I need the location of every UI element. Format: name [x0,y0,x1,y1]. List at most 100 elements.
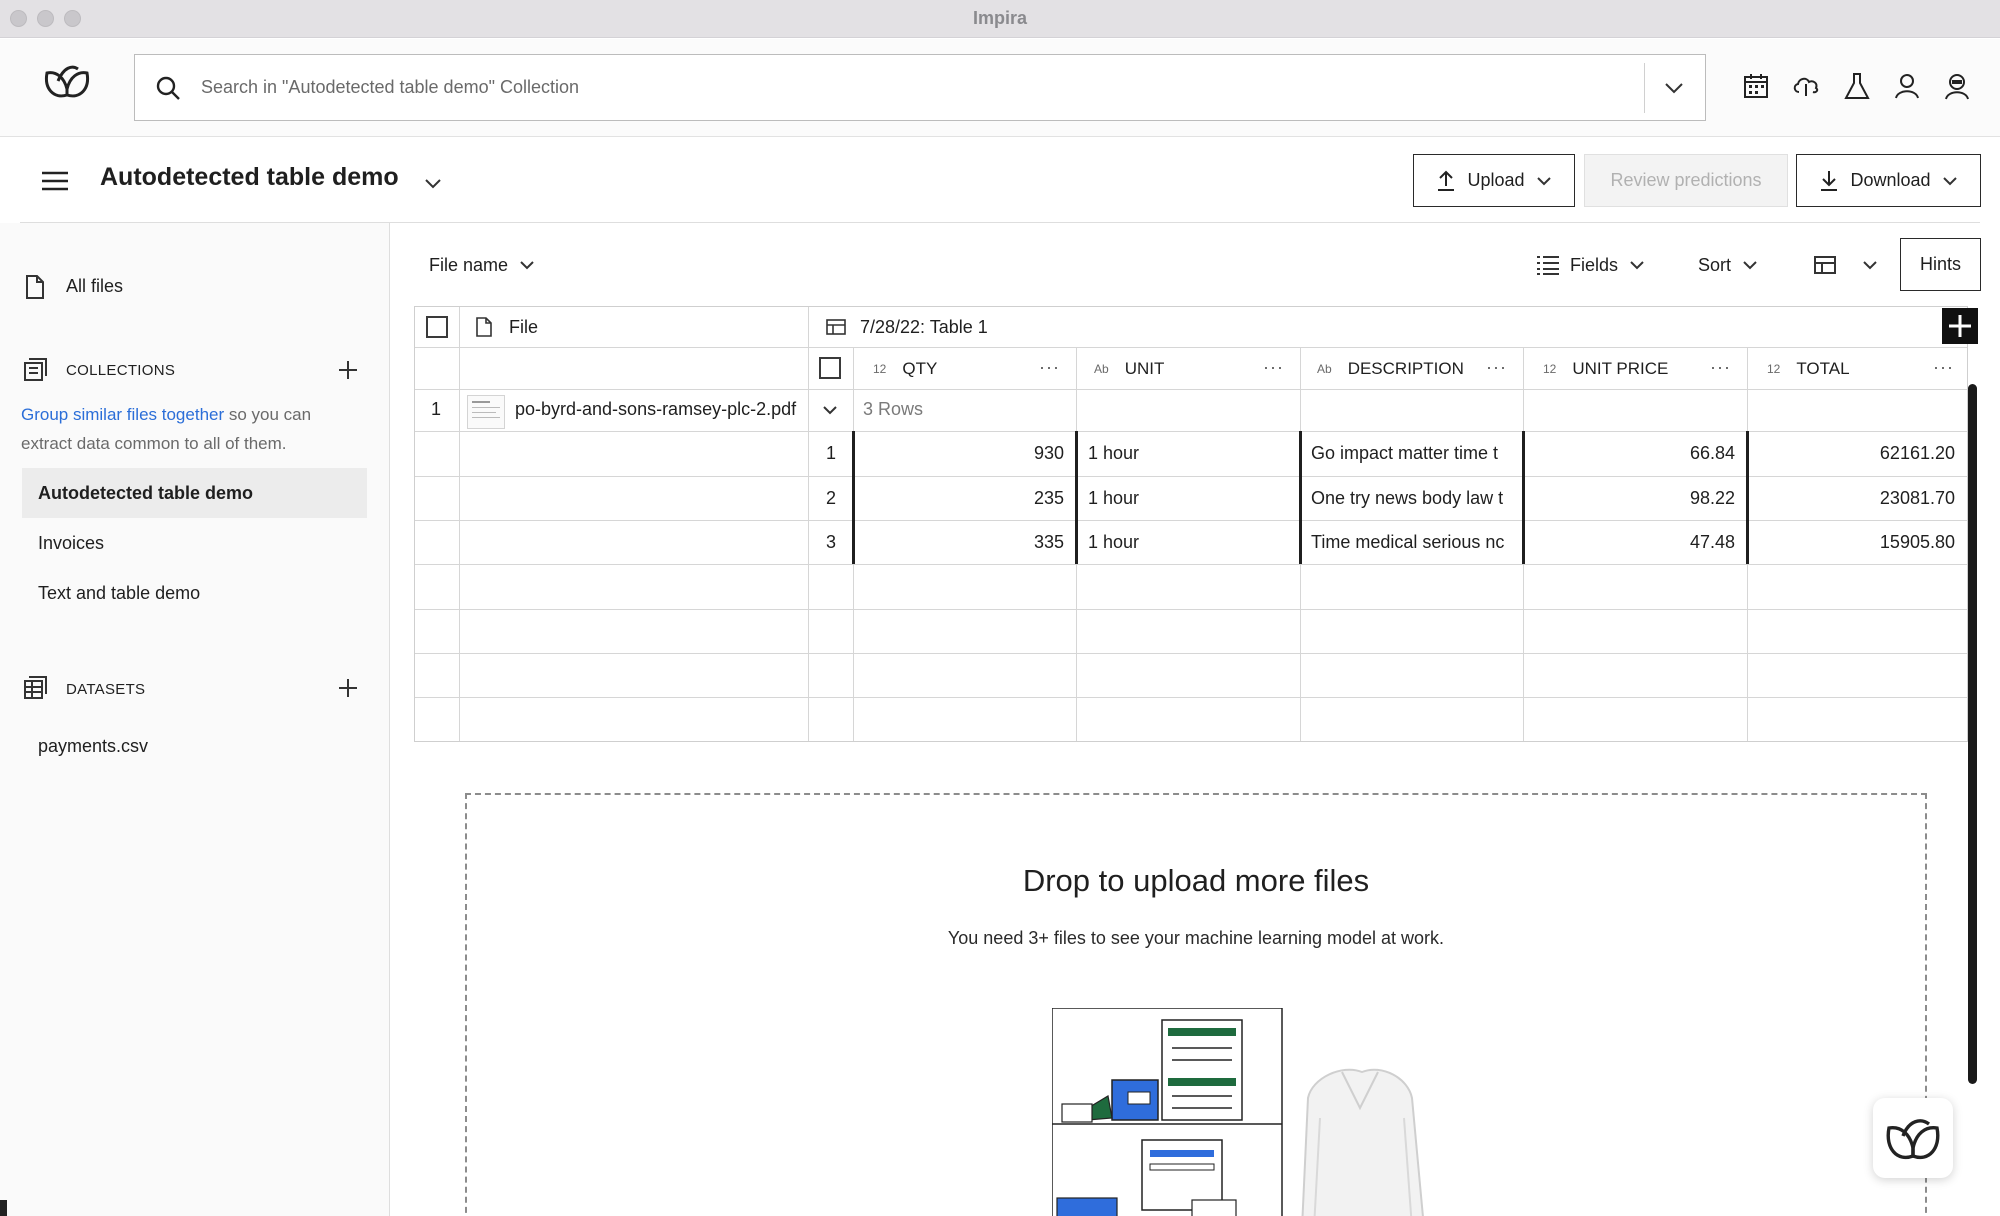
column-menu-icon[interactable]: ··· [1710,357,1731,378]
column-header-description[interactable]: Ab DESCRIPTION ··· [1317,349,1523,389]
unit-cell[interactable]: 1 hour [1088,488,1293,509]
dropzone-title: Drop to upload more files [1022,863,1370,898]
user-icon[interactable] [1892,71,1922,101]
review-predictions-button[interactable]: Review predictions [1584,154,1788,207]
col-divider [459,307,460,741]
column-name: QTY [902,359,938,378]
hamburger-menu-icon[interactable] [40,170,70,192]
select-all-checkbox[interactable] [426,316,448,338]
sidebar-item-autodetected-table-demo[interactable]: Autodetected table demo [22,468,367,518]
hints-button[interactable]: Hints [1900,238,1981,291]
column-name: UNIT [1124,359,1165,378]
nested-row-index: 2 [825,488,836,508]
help-text-part-2: extract data common to all of them. [21,434,287,453]
fields-label: Fields [1570,254,1619,275]
chevron-down-icon [1863,261,1877,270]
window-titlebar: Impira [0,0,2000,38]
description-cell[interactable]: Go impact matter time t [1311,443,1521,464]
row-divider [415,653,1967,654]
column-name: TOTAL [1796,359,1850,378]
impira-logo-icon[interactable] [42,59,92,103]
text-type-tag: Ab [1094,362,1109,376]
add-dataset-icon[interactable] [337,677,359,699]
number-type-tag: 12 [1543,362,1557,376]
unit-price-cell[interactable]: 98.22 [1530,488,1735,509]
impira-logo-icon [1886,1119,1940,1160]
all-files-link[interactable]: All files [66,276,123,297]
add-column-button[interactable] [1942,308,1978,344]
file-name-cell[interactable]: po-byrd-and-sons-ramsey-plc-2.pdf [515,399,805,420]
unit-cell[interactable]: 1 hour [1088,443,1293,464]
row-divider [415,609,1967,610]
group-files-link[interactable]: Group similar files together [21,405,224,424]
column-header-unit-price[interactable]: 12 UNIT PRICE ··· [1543,349,1747,389]
select-rows-checkbox[interactable] [819,357,841,379]
datasets-icon [24,676,47,699]
sort-menu[interactable]: Sort [1698,250,1759,280]
data-table: File 7/28/22: Table 1 12 QTY ··· Ab UNIT… [414,306,1968,742]
collections-help-text: Group similar files together so you can e… [21,400,351,458]
sidebar-item-invoices[interactable]: Invoices [22,518,367,568]
column-menu-icon[interactable]: ··· [1486,357,1507,378]
column-menu-icon[interactable]: ··· [1263,357,1284,378]
view-mode-menu[interactable] [1813,250,1879,280]
file-name-filter[interactable]: File name [429,250,536,280]
download-button[interactable]: Download [1796,154,1981,207]
chevron-down-icon[interactable] [422,172,444,194]
vertical-scrollbar[interactable] [1968,384,1977,1084]
column-name: UNIT PRICE [1572,359,1669,378]
col-divider [808,307,809,741]
row-divider [415,431,1967,432]
sort-label: Sort [1698,254,1732,275]
table-icon [826,319,846,335]
column-menu-icon[interactable]: ··· [1039,357,1060,378]
calendar-icon[interactable] [1741,71,1771,101]
column-menu-icon[interactable]: ··· [1933,357,1954,378]
qty-cell[interactable]: 335 [860,532,1064,553]
expand-rows-icon[interactable] [821,401,839,419]
cloud-icon[interactable] [1791,71,1821,101]
unit-cell[interactable]: 1 hour [1088,532,1293,553]
search-divider [1644,63,1645,113]
total-cell[interactable]: 62161.20 [1754,443,1955,464]
flask-icon[interactable] [1842,71,1872,101]
help-text-part-1: so you can [224,405,312,424]
description-cell[interactable]: One try news body law t [1311,488,1521,509]
total-cell[interactable]: 23081.70 [1754,488,1955,509]
impira-assistant-button[interactable] [1873,1098,1953,1178]
nested-row-marker [1299,431,1302,564]
column-header-unit[interactable]: Ab UNIT ··· [1094,349,1300,389]
fields-menu[interactable]: Fields [1536,250,1646,280]
sidebar-item-payments-csv[interactable]: payments.csv [22,721,367,771]
unit-price-cell[interactable]: 66.84 [1530,443,1735,464]
collection-title[interactable]: Autodetected table demo [100,163,399,192]
total-cell[interactable]: 15905.80 [1754,532,1955,553]
row-divider [415,389,1967,390]
sidebar-item-text-and-table-demo[interactable]: Text and table demo [22,568,367,618]
table-group-header[interactable]: 7/28/22: Table 1 [860,317,988,338]
nested-row-marker [1522,431,1525,564]
add-collection-icon[interactable] [337,359,359,381]
file-icon [26,275,44,299]
description-cell[interactable]: Time medical serious nc [1311,532,1521,553]
window-edge-marker [0,1200,7,1216]
file-column-header[interactable]: File [509,317,538,338]
column-header-total[interactable]: 12 TOTAL ··· [1767,349,1967,389]
upload-dropzone[interactable]: Drop to upload more files You need 3+ fi… [465,793,1927,1216]
search-input[interactable] [201,55,1601,120]
upload-button[interactable]: Upload [1413,154,1575,207]
chevron-down-icon [1630,261,1644,270]
chevron-down-icon[interactable] [1663,77,1685,99]
chevron-down-icon [520,261,534,270]
search-bar [134,54,1706,121]
unit-price-cell[interactable]: 47.48 [1530,532,1735,553]
bot-icon[interactable] [1942,71,1972,101]
row-divider [415,741,1967,742]
file-icon [476,317,492,337]
file-thumbnail[interactable] [467,395,505,429]
qty-cell[interactable]: 930 [860,443,1064,464]
documents-illustration [1052,1008,1424,1216]
qty-cell[interactable]: 235 [860,488,1064,509]
column-header-qty[interactable]: 12 QTY ··· [873,349,1076,389]
download-label: Download [1850,170,1931,190]
